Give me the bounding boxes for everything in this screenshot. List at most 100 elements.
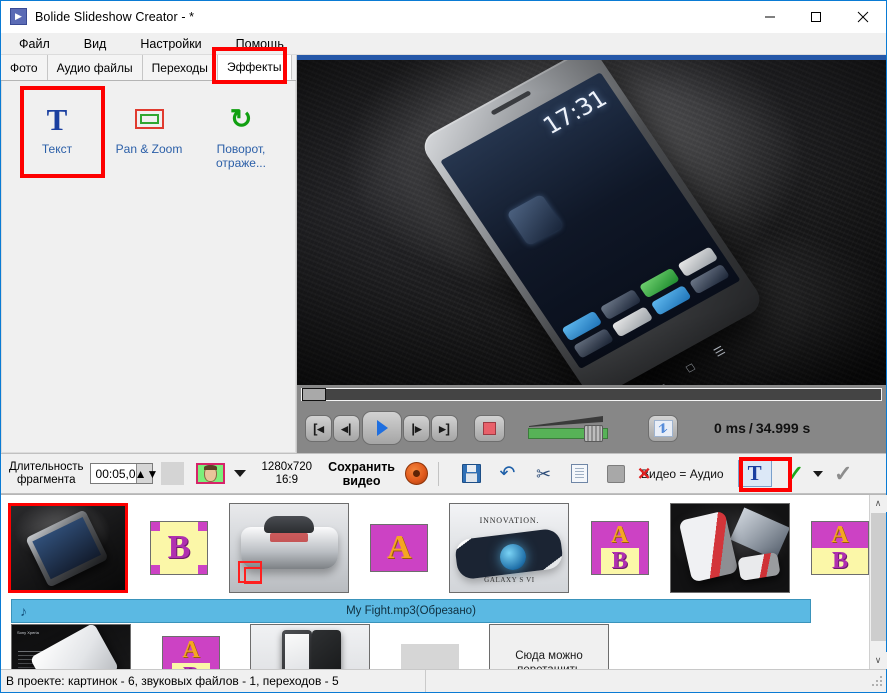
- burn-disc-icon[interactable]: [405, 462, 428, 485]
- time-total: 34.999 s: [756, 420, 811, 436]
- resolution-display[interactable]: 1280x720 16:9: [262, 461, 313, 487]
- placeholder-thumb[interactable]: [401, 644, 459, 669]
- photo-phone-dark[interactable]: [8, 503, 128, 593]
- disabled-tool-button: [161, 462, 184, 485]
- drop-zone[interactable]: Сюда можно перетащить: [489, 624, 609, 669]
- pan-zoom-icon: [135, 102, 164, 136]
- video-equals-audio-button[interactable]: ✕ Видео = Аудио: [641, 467, 724, 481]
- duration-stepper[interactable]: ▲▼: [136, 464, 152, 483]
- aspect-ratio-value: 16:9: [262, 474, 313, 487]
- preview-panel: 17:31 ←□☰: [297, 55, 886, 453]
- menu-settings[interactable]: Настройки: [140, 37, 201, 51]
- paste-icon[interactable]: [602, 460, 629, 487]
- seek-thumb[interactable]: [302, 388, 326, 401]
- photo-white-car[interactable]: [229, 503, 349, 593]
- tab-effects[interactable]: Эффекты: [218, 55, 292, 80]
- effect-rotate-flip-label: Поворот, отраже...: [200, 142, 282, 170]
- effect-pan-zoom-label: Pan & Zoom: [116, 142, 183, 156]
- tab-bar: Фото Аудио файлы Переходы Эффекты: [1, 55, 296, 81]
- menu-help[interactable]: Помощь: [236, 37, 284, 51]
- scrollbar-thumb[interactable]: [871, 513, 886, 641]
- menu-file[interactable]: Файл: [19, 37, 50, 51]
- tab-photo[interactable]: Фото: [1, 55, 48, 80]
- volume-knob[interactable]: [584, 425, 603, 442]
- transition-ab-yellow[interactable]: A B: [591, 521, 649, 575]
- volume-slider[interactable]: [528, 413, 620, 443]
- timeline-scrollbar[interactable]: ∧ ∨: [869, 495, 886, 669]
- photo-blackberry[interactable]: [250, 624, 370, 669]
- play-icon[interactable]: [362, 411, 402, 445]
- effect-marker-icon: [238, 561, 262, 583]
- tab-audio-files[interactable]: Аудио файлы: [48, 55, 143, 80]
- effect-item-rotate-flip[interactable]: ↻ Поворот, отраже...: [200, 91, 282, 170]
- video-stage: 17:31 ←□☰: [297, 60, 886, 385]
- video-equals-audio-label: Видео = Аудио: [641, 467, 724, 481]
- window-title: Bolide Slideshow Creator - *: [35, 10, 194, 24]
- duration-label-line2: фрагмента: [9, 474, 84, 487]
- resolution-value: 1280x720: [262, 461, 313, 474]
- effect-item-pan-zoom[interactable]: Pan & Zoom: [108, 91, 190, 156]
- transition-b-yellow[interactable]: B: [150, 521, 208, 575]
- timeline-area: B A INNOVATION.: [1, 494, 886, 669]
- undo-icon[interactable]: ↶: [494, 460, 521, 487]
- seek-bar[interactable]: [297, 385, 886, 403]
- skip-to-end-icon[interactable]: ▸]: [431, 415, 458, 442]
- save-video-line2: видео: [328, 474, 395, 488]
- photo-xperia[interactable]: Sony Xperia: [11, 624, 131, 669]
- main-body: Фото Аудио файлы Переходы Эффекты T Текс…: [1, 55, 886, 453]
- audio-track-label: My Fight.mp3(Обрезано): [346, 605, 476, 617]
- effects-panel: T Текст Pan & Zoom ↻ Поворот, отраже...: [1, 81, 296, 453]
- avatar-icon[interactable]: [196, 463, 225, 484]
- stop-icon[interactable]: [474, 415, 505, 442]
- time-current: 0 ms: [714, 420, 746, 436]
- seek-track[interactable]: [301, 388, 882, 401]
- close-icon: ✕: [637, 465, 651, 482]
- time-separator: /: [746, 420, 756, 436]
- copy-icon[interactable]: [566, 460, 593, 487]
- photo-red-phone[interactable]: [670, 503, 790, 593]
- timeline-tracks[interactable]: B A INNOVATION.: [1, 495, 869, 669]
- apply-chevron-down-icon[interactable]: [813, 471, 823, 477]
- transition-ab-yellow-2[interactable]: A B: [162, 636, 220, 669]
- video-preview[interactable]: 17:31 ←□☰: [297, 55, 886, 385]
- music-note-icon: ♪: [20, 604, 27, 618]
- tab-transitions[interactable]: Переходы: [143, 55, 218, 80]
- close-button[interactable]: [839, 1, 886, 33]
- chevron-down-icon[interactable]: [234, 470, 246, 477]
- save-video-line1: Сохранить: [328, 460, 395, 474]
- audio-track[interactable]: ♪ My Fight.mp3(Обрезано): [11, 599, 811, 623]
- toolbar-divider: [438, 462, 439, 486]
- rotate-flip-icon: ↻: [230, 102, 253, 136]
- text-tool-icon[interactable]: T: [738, 460, 772, 487]
- status-cell-empty: [425, 670, 785, 692]
- drop-zone-line1: Сюда можно: [515, 649, 583, 663]
- transition-a-purple[interactable]: A: [370, 524, 428, 572]
- skip-to-start-icon[interactable]: [◂: [305, 415, 332, 442]
- time-display: 0 ms/34.999 s: [714, 420, 810, 436]
- photo-galaxy-innovation[interactable]: INNOVATION. GALAXY S VI: [449, 503, 569, 593]
- next-frame-icon[interactable]: |▸: [403, 415, 430, 442]
- effect-item-text[interactable]: T Текст: [16, 91, 98, 156]
- application-window: ▶ Bolide Slideshow Creator - * Файл Вид …: [0, 0, 887, 693]
- edit-toolbar: Длительность фрагмента 00:05,000 ▲▼ 1280…: [1, 453, 886, 494]
- save-floppy-icon[interactable]: [458, 460, 485, 487]
- menu-view[interactable]: Вид: [84, 37, 107, 51]
- fullscreen-icon[interactable]: ⥮: [648, 415, 678, 442]
- transition-ab-purple[interactable]: A B: [811, 521, 869, 575]
- resize-grip-icon[interactable]: [871, 675, 884, 688]
- apply-check-icon[interactable]: ✓: [786, 463, 804, 485]
- duration-input[interactable]: 00:05,000 ▲▼: [90, 463, 153, 484]
- scissors-icon[interactable]: ✂: [530, 460, 557, 487]
- save-video-button[interactable]: Сохранить видео: [328, 460, 395, 488]
- scroll-down-icon[interactable]: ∨: [870, 652, 887, 669]
- duration-label: Длительность фрагмента: [9, 461, 84, 487]
- apply-all-check-icon[interactable]: ✓: [834, 463, 852, 485]
- effect-text-label: Текст: [42, 142, 72, 156]
- scroll-up-icon[interactable]: ∧: [870, 495, 887, 512]
- maximize-button[interactable]: [793, 1, 839, 33]
- previous-frame-icon[interactable]: ◂|: [333, 415, 360, 442]
- text-t-icon: T: [47, 102, 68, 136]
- volume-wedge-icon: [529, 416, 603, 425]
- minimize-button[interactable]: [747, 1, 793, 33]
- preview-vignette: [297, 60, 886, 385]
